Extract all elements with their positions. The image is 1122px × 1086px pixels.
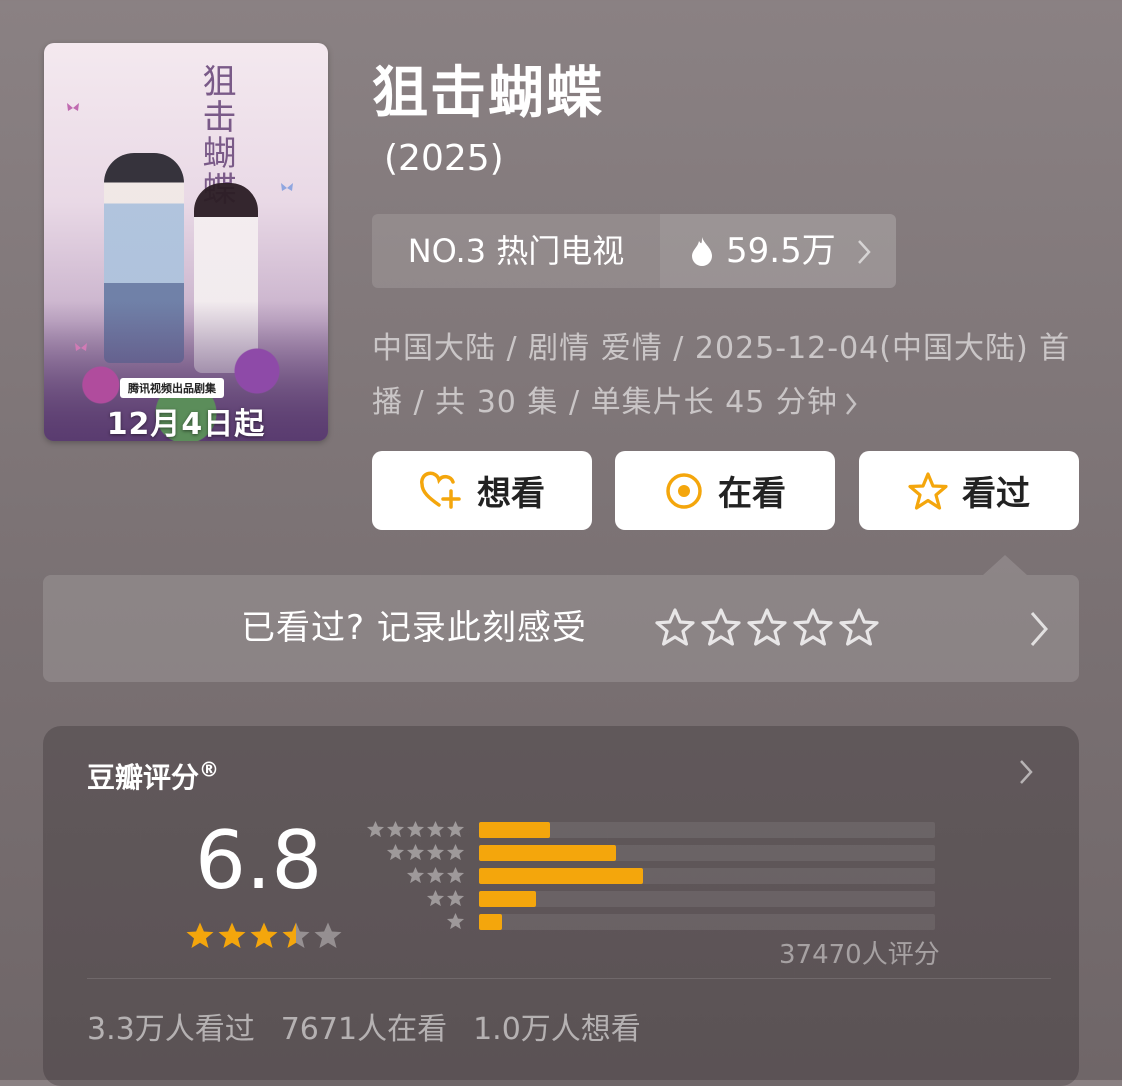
star-small-icon <box>426 866 445 884</box>
bar-track <box>479 914 935 930</box>
distribution-row-2-star <box>365 889 935 909</box>
row-stars <box>365 843 465 862</box>
rating-count: 37470人评分 <box>779 940 940 970</box>
target-icon <box>666 472 702 509</box>
chevron-right-icon <box>845 392 857 415</box>
star-small-icon <box>446 843 465 861</box>
bar-fill-4-star <box>479 845 616 861</box>
star-outline-icon <box>839 608 879 646</box>
registered-mark: ® <box>199 757 220 782</box>
star-outline-icon <box>701 608 741 646</box>
pointer-notch <box>983 555 1027 575</box>
star-small-icon <box>406 820 425 838</box>
star-filled-icon <box>218 922 246 948</box>
poster-image[interactable]: 狙击蝴蝶 腾讯视频出品剧集 12月4日起 <box>44 43 328 441</box>
butterfly-icon <box>281 183 293 191</box>
butterfly-icon <box>67 103 79 111</box>
star-small-icon <box>386 820 405 838</box>
stat-watching[interactable]: 7671人在看 <box>281 1004 447 1048</box>
star-small-icon <box>386 843 405 861</box>
watching-label: 在看 <box>718 474 786 514</box>
bar-track <box>479 891 935 907</box>
star-icon <box>908 471 948 510</box>
meta-line-1: 中国大陆 / 剧情 爱情 / 2025-12-04(中国大陆) 首 <box>372 331 1071 366</box>
distribution-row-1-star <box>365 912 935 932</box>
star-filled-icon <box>250 922 278 948</box>
star-small-icon <box>446 912 465 930</box>
heart-plus-icon <box>420 471 461 509</box>
star-outline-icon <box>655 608 695 646</box>
star-small-icon <box>446 866 465 884</box>
star-outline-icon <box>747 608 787 646</box>
chevron-right-icon <box>858 240 871 264</box>
divider <box>87 978 1051 979</box>
star-half-icon <box>282 922 310 948</box>
record-feeling-bar[interactable]: 已看过? 记录此刻感受 <box>43 555 1079 682</box>
heat-value: 59.5万 <box>726 231 836 271</box>
star-small-icon <box>446 889 465 907</box>
row-stars <box>365 866 465 885</box>
record-prompt: 已看过? 记录此刻感受 <box>241 608 587 648</box>
butterfly-icon <box>75 343 87 351</box>
poster-date-banner: 12月4日起 <box>106 407 266 441</box>
poster-tag: 腾讯视频出品剧集 <box>120 378 224 398</box>
bar-track <box>479 822 935 838</box>
rating-score: 6.8 <box>195 814 323 907</box>
chevron-right-icon <box>1020 760 1033 784</box>
distribution-row-4-star <box>365 843 935 863</box>
watching-button[interactable]: 在看 <box>615 451 835 530</box>
row-stars <box>365 889 465 908</box>
bar-track <box>479 845 935 861</box>
rating-stars-input[interactable] <box>655 608 879 648</box>
stat-watched[interactable]: 3.3万人看过 <box>87 1004 255 1048</box>
star-empty-icon <box>314 922 342 948</box>
watched-label: 看过 <box>962 474 1030 514</box>
douban-rating-card[interactable]: 豆瓣评分® 6.8 37470人评分 3.3万人看过 7671人在看 1.0万人… <box>43 726 1079 1086</box>
chevron-right-icon <box>1030 612 1048 646</box>
flame-icon <box>692 237 712 266</box>
star-filled-icon <box>186 922 214 948</box>
distribution-row-5-star <box>365 820 935 840</box>
star-small-icon <box>366 820 385 838</box>
meta-info[interactable]: 中国大陆 / 剧情 爱情 / 2025-12-04(中国大陆) 首 播 / 共 … <box>372 322 1072 430</box>
bar-fill-3-star <box>479 868 643 884</box>
score-stars <box>185 921 343 951</box>
stat-want[interactable]: 1.0万人想看 <box>473 1004 641 1048</box>
star-outline-icon <box>793 608 833 646</box>
star-small-icon <box>406 866 425 884</box>
star-small-icon <box>446 820 465 838</box>
star-small-icon <box>426 889 445 907</box>
bar-track <box>479 868 935 884</box>
meta-line-2: 播 / 共 30 集 / 单集片长 45 分钟 <box>372 385 838 420</box>
rank-pill[interactable]: NO.3 热门电视 59.5万 <box>372 214 896 288</box>
heat-section[interactable]: 59.5万 <box>660 214 896 288</box>
rank-label: NO.3 热门电视 <box>407 232 625 270</box>
want-label: 想看 <box>477 474 545 514</box>
distribution-row-3-star <box>365 866 935 886</box>
bar-fill-5-star <box>479 822 550 838</box>
star-small-icon <box>426 843 445 861</box>
row-stars <box>365 912 465 931</box>
row-stars <box>365 820 465 839</box>
watched-button[interactable]: 看过 <box>859 451 1079 530</box>
audience-stats: 3.3万人看过 7671人在看 1.0万人想看 <box>87 1004 641 1048</box>
page-title: 狙击蝴蝶 <box>372 61 604 126</box>
star-small-icon <box>406 843 425 861</box>
bar-fill-1-star <box>479 914 502 930</box>
rating-label: 豆瓣评分® <box>87 757 220 794</box>
bar-fill-2-star <box>479 891 536 907</box>
release-year: (2025) <box>384 138 504 179</box>
star-small-icon <box>426 820 445 838</box>
want-button[interactable]: 想看 <box>372 451 592 530</box>
